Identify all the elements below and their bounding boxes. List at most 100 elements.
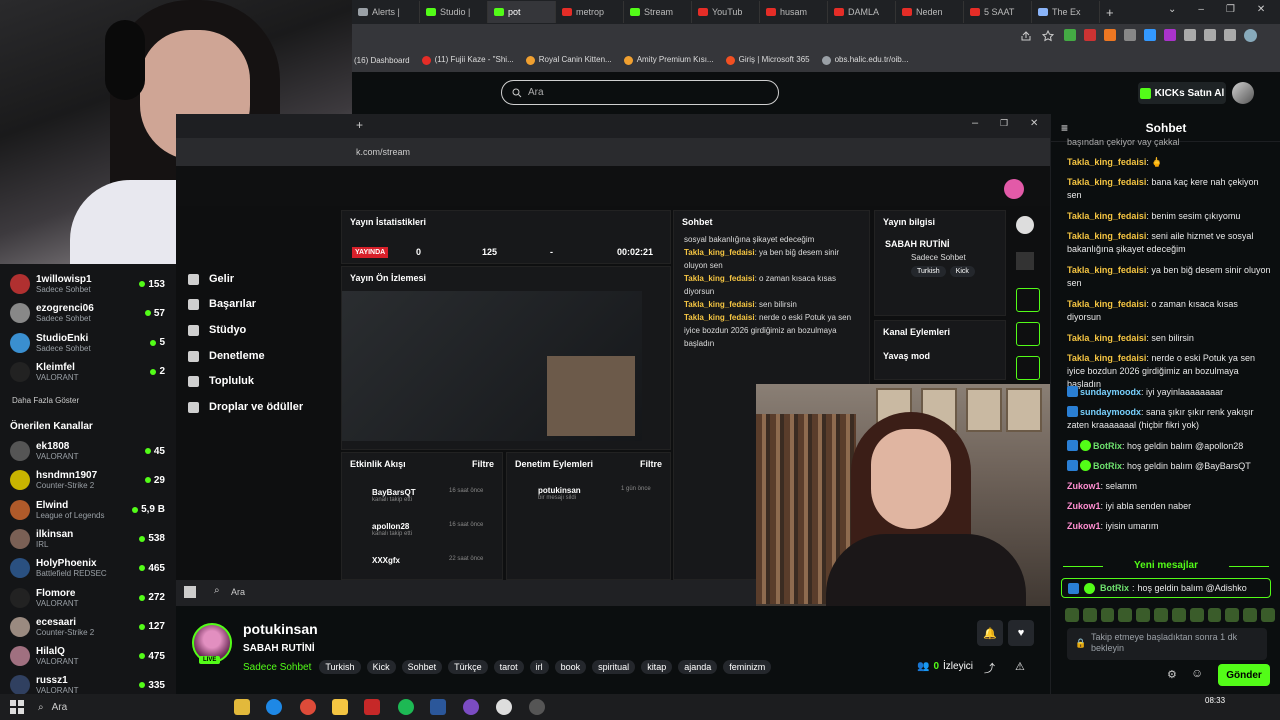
channel-row[interactable]: ecesaari Counter-Strike 2 127: [10, 613, 165, 641]
stream-tag[interactable]: book: [554, 660, 587, 674]
browser-tab[interactable]: metrop: [556, 1, 624, 23]
new-tab-icon[interactable]: +: [1106, 5, 1114, 20]
emote-icon[interactable]: [1207, 608, 1222, 622]
extension-icon[interactable]: [1124, 29, 1136, 41]
stream-tag[interactable]: Turkish: [319, 660, 361, 674]
emote-icon[interactable]: [1243, 608, 1258, 622]
category-link[interactable]: Sadece Sohbet: [243, 662, 311, 673]
app-icon[interactable]: [463, 699, 479, 715]
channel-row[interactable]: Flomore VALORANT 272: [10, 584, 165, 612]
chat-username[interactable]: Takla_king_fedaisi: [1067, 177, 1146, 187]
channel-row[interactable]: 1willowisp1 Sadece Sohbet 153: [10, 270, 165, 298]
minimize-icon[interactable]: –: [1198, 4, 1204, 20]
user-avatar[interactable]: [1232, 82, 1254, 104]
stream-tag[interactable]: Sohbet: [401, 660, 443, 674]
obs-icon[interactable]: [496, 699, 512, 715]
chat-username[interactable]: sundaymoodx: [1080, 387, 1141, 397]
star-icon[interactable]: [1042, 30, 1054, 42]
stream-tag[interactable]: ajanda: [678, 660, 718, 674]
browser-tab[interactable]: Stream: [624, 1, 692, 23]
chat-username[interactable]: Takla_king_fedaisi: [1067, 265, 1146, 275]
browser-tab[interactable]: Alerts |: [352, 1, 420, 23]
bookmark-item[interactable]: Amity Premium Kısı...: [623, 55, 714, 65]
stream-tag[interactable]: feminizm: [723, 660, 772, 674]
emote-icon[interactable]: [1154, 608, 1168, 622]
emote-icon[interactable]: [1189, 608, 1204, 622]
settings-icon[interactable]: ⚙: [1167, 668, 1177, 681]
chat-username[interactable]: Takla_king_fedaisi: [1067, 211, 1146, 221]
bookmark-item[interactable]: (16) Dashboard: [354, 56, 410, 65]
chat-username[interactable]: Takla_king_fedaisi: [1067, 353, 1146, 363]
channel-row[interactable]: HolyPhoenix Battlefield REDSEC 465: [10, 554, 165, 582]
chat-username[interactable]: Takla_king_fedaisi: [1067, 333, 1146, 343]
channel-row[interactable]: HilalQ VALORANT 475: [10, 642, 165, 670]
windows-start-icon[interactable]: [10, 700, 24, 714]
bookmark-item[interactable]: Royal Canin Kitten...: [525, 55, 612, 65]
chat-username[interactable]: Zukow1: [1067, 521, 1101, 531]
streamer-name[interactable]: potukinsan: [243, 621, 318, 637]
channel-row[interactable]: Elwind League of Legends 5,9 B: [10, 496, 165, 524]
show-more-link[interactable]: Daha Fazla Göster: [12, 396, 79, 405]
extension-icon[interactable]: [1104, 29, 1116, 41]
chat-username[interactable]: Takla_king_fedaisi: [1067, 231, 1146, 241]
channel-row[interactable]: StudioEnki Sadece Sohbet 5: [10, 329, 165, 357]
chat-username[interactable]: Takla_king_fedaisi: [1067, 299, 1146, 309]
stream-tag[interactable]: tarot: [493, 660, 524, 674]
menu-icon[interactable]: [1204, 29, 1216, 41]
stream-tag[interactable]: Türkçe: [448, 660, 488, 674]
chat-username[interactable]: BotRix: [1100, 583, 1129, 593]
app-icon[interactable]: [332, 699, 348, 715]
channel-row[interactable]: ek1808 VALORANT 45: [10, 437, 165, 465]
chat-username[interactable]: Zukow1: [1067, 501, 1101, 511]
stream-tag[interactable]: spiritual: [592, 660, 636, 674]
os-search-box[interactable]: ⌕ Ara: [32, 697, 232, 717]
emote-icon[interactable]: [1171, 608, 1186, 622]
browser-tab[interactable]: husam: [760, 1, 828, 23]
report-icon[interactable]: ⚠: [1015, 660, 1025, 673]
bookmark-item[interactable]: Giriş | Microsoft 365: [725, 55, 810, 65]
extension-icon[interactable]: [1144, 29, 1156, 41]
word-icon[interactable]: [430, 699, 446, 715]
buy-kicks-button[interactable]: KICKs Satın Al: [1138, 82, 1226, 104]
chevron-down-icon[interactable]: ⌄: [1168, 4, 1176, 20]
emote-icon[interactable]: [1118, 608, 1133, 622]
chat-username[interactable]: BotRix: [1093, 461, 1122, 471]
channel-row[interactable]: Kleimfel VALORANT 2: [10, 358, 165, 386]
app-icon[interactable]: [364, 699, 380, 715]
chat-username[interactable]: BotRix: [1093, 441, 1122, 451]
chat-input[interactable]: 🔒 Takip etmeye başladıktan sonra 1 dk be…: [1067, 628, 1267, 660]
chat-username[interactable]: Takla_king_fedaisi: [1067, 157, 1146, 167]
spotify-icon[interactable]: [398, 699, 414, 715]
emote-icon[interactable]: [1082, 608, 1097, 622]
emote-icon[interactable]: [1065, 608, 1079, 622]
chrome-icon[interactable]: [300, 699, 316, 715]
browser-tab[interactable]: The Ex: [1032, 1, 1100, 23]
profile-avatar[interactable]: [1244, 29, 1257, 42]
chat-username[interactable]: sundaymoodx: [1080, 407, 1141, 417]
bookmark-item[interactable]: (11) Fujii Kaze - "Shi...: [421, 55, 514, 65]
emote-icon[interactable]: [1225, 608, 1240, 622]
emote-icon[interactable]: [1100, 608, 1115, 622]
emote-icon[interactable]: ☺: [1191, 666, 1203, 680]
browser-address-bar[interactable]: [352, 24, 1280, 48]
stream-tag[interactable]: irl: [529, 660, 549, 674]
stream-tag[interactable]: kitap: [641, 660, 673, 674]
puzzle-icon[interactable]: [1184, 29, 1196, 41]
follow-heart-button[interactable]: ♥: [1008, 620, 1034, 646]
stream-tag[interactable]: Kick: [366, 660, 396, 674]
search-input[interactable]: Ara: [501, 80, 779, 105]
send-button[interactable]: Gönder: [1218, 664, 1270, 686]
channel-row[interactable]: ilkinsan IRL 538: [10, 525, 165, 553]
collapse-chat-icon[interactable]: ≡: [1061, 121, 1068, 135]
channel-row[interactable]: ezogrenci06 Sadece Sohbet 57: [10, 299, 165, 327]
emote-icon[interactable]: [1261, 608, 1275, 622]
extension-icon[interactable]: [1164, 29, 1176, 41]
sidebar-icon[interactable]: [1224, 29, 1236, 41]
extension-icon[interactable]: [1084, 29, 1096, 41]
restore-icon[interactable]: ❐: [1226, 4, 1235, 20]
browser-tab[interactable]: Studio |: [420, 1, 488, 23]
share-icon[interactable]: [1020, 30, 1032, 42]
file-explorer-icon[interactable]: [234, 699, 250, 715]
channel-row[interactable]: hsndmn1907 Counter-Strike 2 29: [10, 466, 165, 494]
share-icon[interactable]: ⤴: [984, 660, 995, 676]
